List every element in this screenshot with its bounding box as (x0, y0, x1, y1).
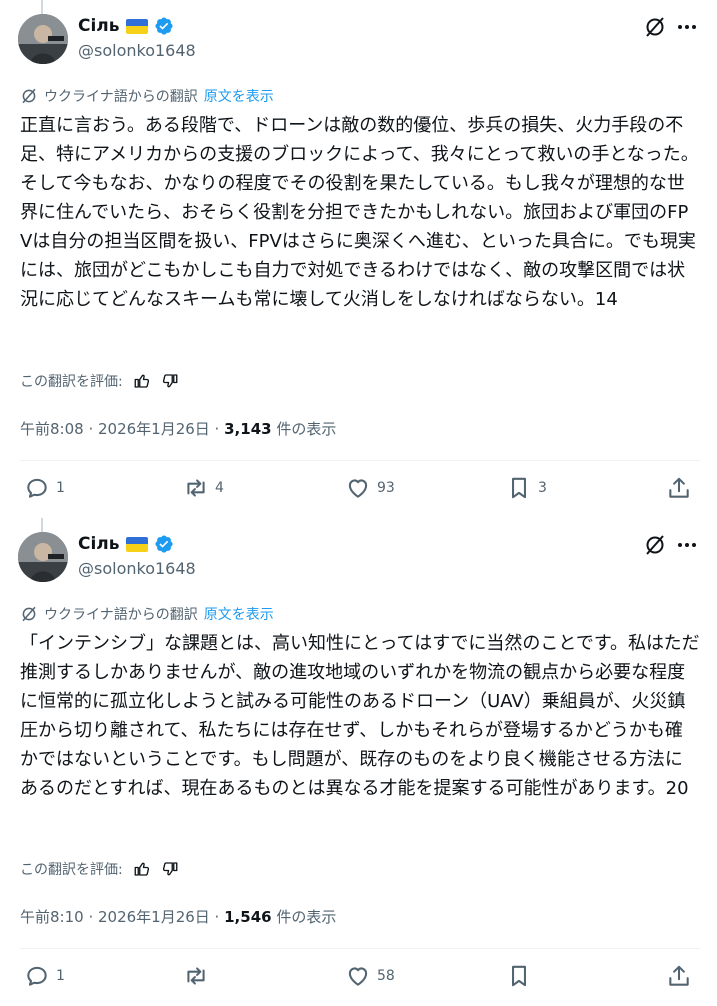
action-bar: 1 58 (20, 963, 700, 993)
repost-button[interactable]: 4 (183, 475, 224, 501)
like-icon (348, 479, 368, 498)
show-original-link[interactable]: 原文を表示 (204, 86, 274, 106)
bookmark-button[interactable] (506, 963, 538, 989)
views-label: 件の表示 (276, 908, 337, 926)
like-count: 58 (377, 968, 395, 984)
tweet-timestamp[interactable]: 午前8:08 · 2026年1月26日 · (20, 420, 219, 438)
more-icon[interactable] (674, 533, 700, 557)
verified-badge-icon[interactable] (154, 534, 174, 554)
share-button[interactable] (666, 963, 692, 989)
tweet-1[interactable]: Сіль @solonko1648 ウクライナ語からの翻訳 原文を表示 正直に言… (0, 0, 717, 518)
avatar[interactable] (18, 532, 68, 582)
ukraine-flag-icon (125, 18, 148, 34)
bookmark-count: 3 (538, 480, 547, 496)
reply-count: 1 (56, 968, 65, 984)
author-handle[interactable]: @solonko1648 (78, 559, 196, 578)
reply-button[interactable]: 1 (24, 963, 65, 989)
share-icon (669, 477, 689, 498)
bookmark-icon (512, 477, 526, 499)
show-original-link[interactable]: 原文を表示 (204, 604, 274, 624)
more-icon[interactable] (674, 15, 700, 39)
author-name[interactable]: Сіль (78, 534, 120, 554)
repost-icon (187, 967, 205, 985)
views-label: 件の表示 (276, 420, 337, 438)
avatar[interactable] (18, 14, 68, 64)
translation-label: ウクライナ語からの翻訳 (44, 607, 198, 623)
tweet-meta: 午前8:08 · 2026年1月26日 · 3,143 件の表示 (20, 418, 336, 439)
author-name[interactable]: Сіль (78, 16, 120, 36)
like-button[interactable]: 58 (345, 963, 395, 989)
share-icon (669, 965, 689, 986)
translation-notice: ウクライナ語からの翻訳 原文を表示 (20, 604, 274, 624)
reply-count: 1 (56, 480, 65, 496)
thumbs-down-icon[interactable] (161, 372, 179, 390)
bookmark-button[interactable]: 3 (506, 475, 547, 501)
repost-count: 4 (215, 480, 224, 496)
rate-label: この翻訳を評価: (20, 374, 123, 390)
verified-badge-icon[interactable] (154, 16, 174, 36)
bookmark-icon (512, 965, 526, 987)
views-count: 1,546 (224, 908, 272, 926)
rate-translation: この翻訳を評価: (20, 859, 179, 879)
translation-notice: ウクライナ語からの翻訳 原文を表示 (20, 86, 274, 106)
translate-icon (22, 606, 36, 622)
thumbs-up-icon[interactable] (133, 860, 151, 878)
translate-icon (22, 88, 36, 104)
tweet-text: 「インテンシブ」な課題とは、高い知性にとってはすでに当然のことです。私はただ推測… (20, 633, 700, 799)
author-handle[interactable]: @solonko1648 (78, 41, 196, 60)
share-button[interactable] (666, 475, 692, 501)
tweet-text: 正直に言おう。ある段階で、ドローンは敵の数的優位、歩兵の損失、火力手段の不足、特… (20, 115, 699, 310)
action-bar: 1 4 93 3 (20, 475, 700, 505)
reply-button[interactable]: 1 (24, 475, 65, 501)
divider (20, 948, 700, 949)
rate-translation: この翻訳を評価: (20, 371, 179, 391)
repost-button[interactable] (183, 963, 215, 989)
rate-label: この翻訳を評価: (20, 862, 123, 878)
thumbs-up-icon[interactable] (133, 372, 151, 390)
grok-icon[interactable] (643, 533, 667, 557)
repost-icon (187, 479, 205, 497)
like-count: 93 (377, 480, 395, 496)
divider (20, 460, 700, 461)
thumbs-down-icon[interactable] (161, 860, 179, 878)
grok-icon[interactable] (643, 15, 667, 39)
tweet-timestamp[interactable]: 午前8:10 · 2026年1月26日 · (20, 908, 219, 926)
author-name-row[interactable]: Сіль (78, 534, 174, 554)
views-count: 3,143 (224, 420, 272, 438)
author-name-row[interactable]: Сіль (78, 16, 174, 36)
tweet-meta: 午前8:10 · 2026年1月26日 · 1,546 件の表示 (20, 906, 336, 927)
tweet-2[interactable]: Сіль @solonko1648 ウクライナ語からの翻訳 原文を表示 「インテ… (0, 518, 717, 1006)
reply-icon (27, 966, 47, 986)
thread-line (41, 518, 43, 532)
ukraine-flag-icon (125, 536, 148, 552)
translation-label: ウクライナ語からの翻訳 (44, 89, 198, 105)
reply-icon (27, 478, 47, 498)
thread-line (41, 0, 43, 14)
like-button[interactable]: 93 (345, 475, 395, 501)
like-icon (348, 967, 368, 986)
